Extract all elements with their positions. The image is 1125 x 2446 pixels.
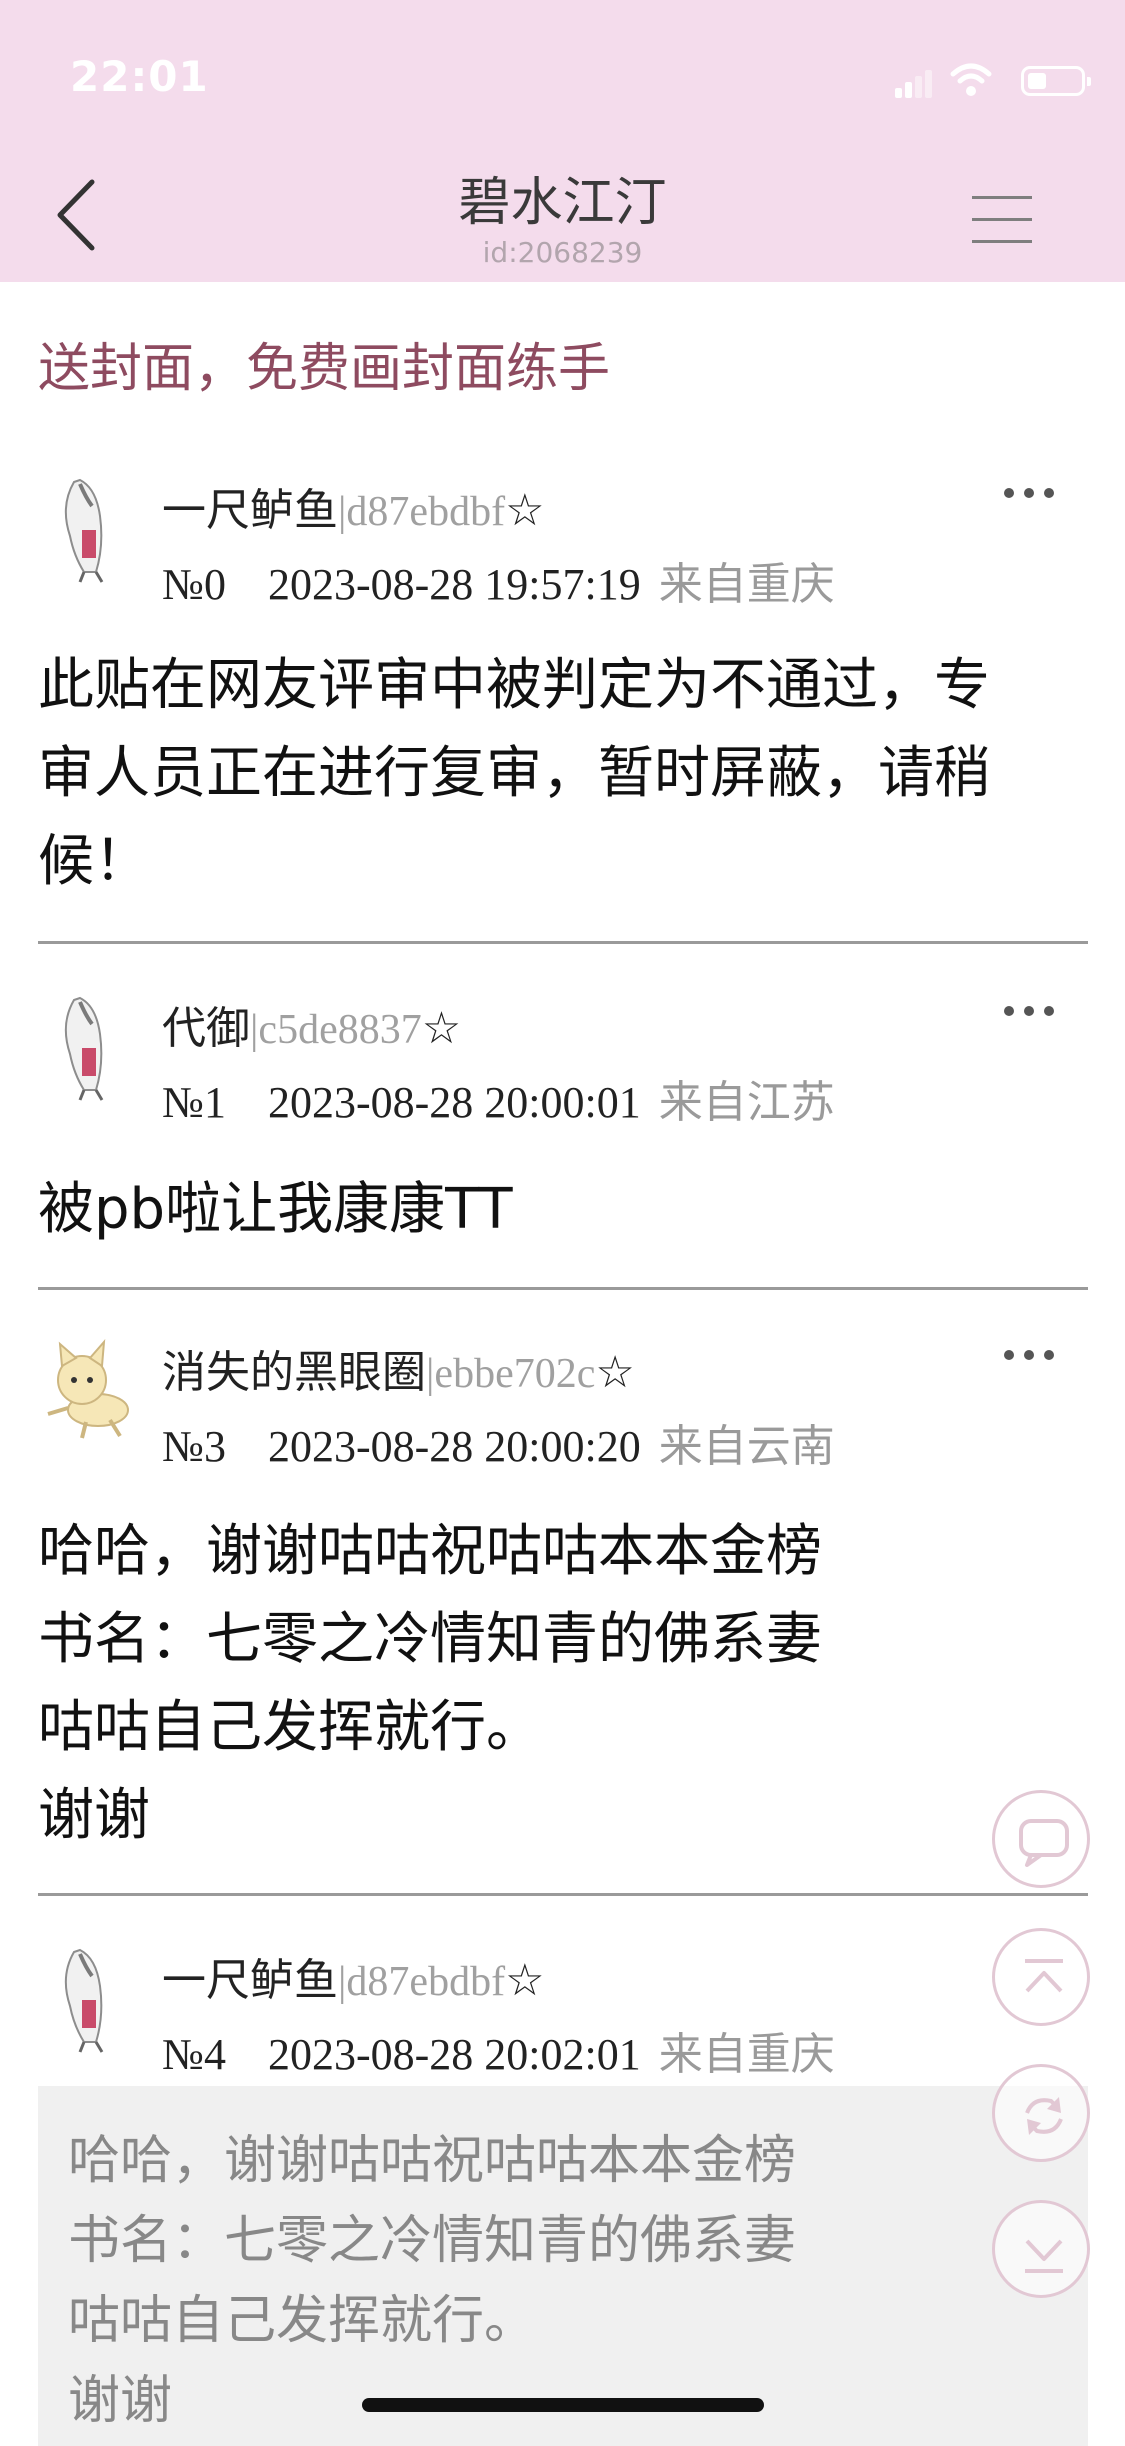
lanky-figure-avatar xyxy=(64,996,104,1101)
battery-icon xyxy=(1021,66,1091,96)
scroll-bottom-button[interactable] xyxy=(992,2200,1090,2298)
top-bar: 22:01 碧水江汀 id:2068239 xyxy=(0,0,1125,282)
comment-icon xyxy=(1019,1819,1069,1867)
star-icon[interactable]: ☆ xyxy=(595,1347,634,1398)
refresh-button[interactable] xyxy=(992,2064,1090,2162)
wifi-icon xyxy=(950,63,992,96)
home-indicator[interactable] xyxy=(362,2398,764,2412)
post-meta: №4 2023-08-28 20:02:01 来自重庆 xyxy=(162,2018,835,2082)
username[interactable]: 消失的黑眼圈|ebbe702c☆ xyxy=(162,1336,635,1400)
menu-button[interactable] xyxy=(972,196,1032,246)
quote-line: 咕咕自己发挥就行。 xyxy=(68,2291,537,2351)
post-time: 2023-08-28 20:00:01 xyxy=(268,1078,641,1127)
star-icon[interactable]: ☆ xyxy=(422,1003,461,1054)
menu-icon xyxy=(972,196,1032,199)
quote-line: 谢谢 xyxy=(68,2371,173,2431)
divider xyxy=(38,1287,1088,1290)
star-icon[interactable]: ☆ xyxy=(505,485,544,536)
post-meta: №3 2023-08-28 20:00:20 来自云南 xyxy=(162,1410,835,1474)
username-text: 消失的黑眼圈 xyxy=(162,1347,426,1398)
quote-line: 书名：七零之冷情知青的佛系妻 xyxy=(68,2211,797,2271)
page-title: 碧水江汀 xyxy=(458,173,667,233)
username-text: 一尺鲈鱼 xyxy=(162,1955,338,2006)
floor-number: №1 xyxy=(162,1078,226,1127)
scroll-top-icon xyxy=(1025,1959,1063,1993)
post-body: 哈哈，谢谢咕咕祝咕咕本本金榜 书名：七零之冷情知青的佛系妻 咕咕自己发挥就行。 … xyxy=(38,1519,822,1848)
cat-avatar xyxy=(47,1339,129,1439)
post-time: 2023-08-28 20:00:20 xyxy=(268,1422,641,1471)
username[interactable]: 代御|c5de8837☆ xyxy=(162,992,461,1056)
post-location: 来自江苏 xyxy=(658,1078,835,1127)
page-subtitle: id:2068239 xyxy=(482,236,643,269)
more-options-button[interactable] xyxy=(1004,1344,1056,1364)
more-options-button[interactable] xyxy=(1004,1000,1056,1020)
user-id: ebbe702c xyxy=(434,1351,596,1397)
star-icon[interactable]: ☆ xyxy=(505,1955,544,2006)
floor-number: №0 xyxy=(162,560,226,609)
lanky-figure-avatar xyxy=(64,1948,104,2053)
post-location: 来自重庆 xyxy=(658,2030,835,2079)
floor-number: №3 xyxy=(162,1422,226,1471)
username-text: 代御 xyxy=(162,1003,250,1054)
quote-line: 哈哈，谢谢咕咕祝咕咕本本金榜 xyxy=(68,2131,797,2191)
quoted-reply: 哈哈，谢谢咕咕祝咕咕本本金榜 书名：七零之冷情知青的佛系妻 咕咕自己发挥就行。 … xyxy=(38,2086,1088,2446)
post-body: 此贴在网友评审中被判定为不通过，专 审人员正在进行复审，暂时屏蔽，请稍 候！ xyxy=(38,653,990,894)
more-options-button[interactable] xyxy=(1004,482,1056,502)
thread-title: 送封面，免费画封面练手 xyxy=(38,339,611,399)
scroll-top-button[interactable] xyxy=(992,1928,1090,2026)
post-location: 来自云南 xyxy=(658,1422,835,1471)
lanky-figure-avatar xyxy=(64,478,104,583)
post-meta: №1 2023-08-28 20:00:01 来自江苏 xyxy=(162,1066,835,1130)
username[interactable]: 一尺鲈鱼|d87ebdbf☆ xyxy=(162,1944,545,2008)
comment-button[interactable] xyxy=(992,1790,1090,1888)
post-time: 2023-08-28 20:02:01 xyxy=(268,2030,641,2079)
post-time: 2023-08-28 19:57:19 xyxy=(268,560,641,609)
divider xyxy=(38,941,1088,944)
user-id: c5de8837 xyxy=(258,1007,422,1053)
username-text: 一尺鲈鱼 xyxy=(162,485,338,536)
divider xyxy=(38,1893,1088,1896)
scroll-bottom-icon xyxy=(1025,2239,1063,2273)
post-meta: №0 2023-08-28 19:57:19 来自重庆 xyxy=(162,548,835,612)
user-id: d87ebdbf xyxy=(346,1959,506,2005)
status-icons xyxy=(885,62,1091,102)
signal-icon xyxy=(895,66,935,98)
floor-number: №4 xyxy=(162,2030,226,2079)
post-body: 被pb啦让我康康TT xyxy=(38,1177,513,1242)
refresh-icon xyxy=(1025,2097,1063,2135)
username[interactable]: 一尺鲈鱼|d87ebdbf☆ xyxy=(162,474,545,538)
user-id: d87ebdbf xyxy=(346,489,506,535)
post-location: 来自重庆 xyxy=(658,560,835,609)
status-time: 22:01 xyxy=(70,52,209,101)
